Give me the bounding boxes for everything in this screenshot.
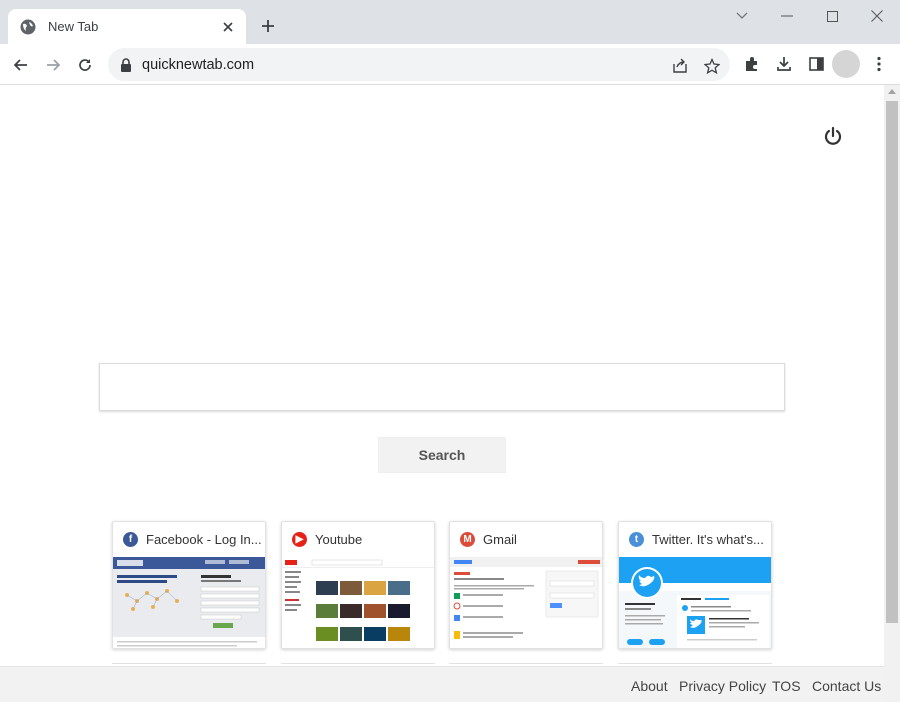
lock-icon[interactable] — [120, 57, 132, 72]
tile-thumbnail — [282, 557, 434, 648]
footer-link-about[interactable]: About — [631, 678, 668, 694]
tile-thumbnail — [450, 557, 602, 648]
power-icon[interactable] — [820, 123, 846, 149]
twitter-icon: t — [629, 532, 644, 547]
menu-kebab-icon[interactable] — [869, 54, 889, 74]
footer-link-contact-us[interactable]: Contact Us — [812, 678, 881, 694]
page-scrollbar[interactable] — [884, 85, 900, 702]
forward-button[interactable] — [40, 52, 66, 78]
browser-titlebar: New Tab — [0, 0, 900, 44]
footer-link-privacy-policy[interactable]: Privacy Policy — [679, 678, 766, 694]
tile-title: Facebook - Log In... — [146, 532, 262, 547]
tile-facebook[interactable]: f Facebook - Log In... — [112, 521, 266, 649]
address-bar[interactable]: quicknewtab.com — [108, 48, 730, 81]
tile-youtube[interactable]: ▶ Youtube — [281, 521, 435, 649]
share-icon[interactable] — [670, 56, 690, 76]
tab-title: New Tab — [48, 19, 99, 34]
close-tab-icon[interactable] — [220, 19, 236, 35]
url-text: quicknewtab.com — [142, 56, 255, 73]
side-panel-icon[interactable] — [806, 54, 826, 74]
maximize-button[interactable] — [817, 6, 847, 26]
youtube-icon: ▶ — [292, 532, 307, 547]
tile-twitter[interactable]: t Twitter. It's what's... — [618, 521, 772, 649]
tile-title: Gmail — [483, 532, 517, 547]
download-icon[interactable] — [774, 54, 794, 74]
tile-title: Youtube — [315, 532, 363, 547]
extensions-icon[interactable] — [742, 54, 762, 74]
browser-tab[interactable]: New Tab — [8, 9, 246, 44]
search-button[interactable]: Search — [378, 437, 506, 473]
gmail-icon: M — [460, 532, 475, 547]
tab-search-icon[interactable] — [727, 6, 757, 26]
minimize-button[interactable] — [772, 6, 802, 26]
reload-button[interactable] — [72, 52, 98, 78]
search-input[interactable] — [99, 363, 785, 411]
scroll-up-arrow[interactable] — [888, 89, 896, 94]
back-button[interactable] — [8, 52, 34, 78]
close-window-button[interactable] — [862, 6, 892, 26]
tile-thumbnail — [619, 557, 771, 648]
page-content: Search f Facebook - Log In... ▶ Youtube … — [0, 85, 884, 702]
profile-avatar[interactable] — [832, 50, 860, 78]
footer: About Privacy Policy TOS Contact Us — [0, 666, 884, 702]
scroll-thumb[interactable] — [886, 101, 898, 623]
speed-dial: f Facebook - Log In... ▶ Youtube M Gmail… — [112, 521, 772, 651]
tile-title: Twitter. It's what's... — [652, 532, 764, 547]
globe-icon — [20, 19, 36, 35]
bookmark-star-icon[interactable] — [702, 56, 722, 76]
tile-thumbnail — [113, 557, 265, 648]
tile-gmail[interactable]: M Gmail — [449, 521, 603, 649]
new-tab-button[interactable] — [257, 15, 279, 37]
footer-link-tos[interactable]: TOS — [772, 678, 801, 694]
browser-toolbar: quicknewtab.com — [0, 44, 900, 85]
facebook-icon: f — [123, 532, 138, 547]
